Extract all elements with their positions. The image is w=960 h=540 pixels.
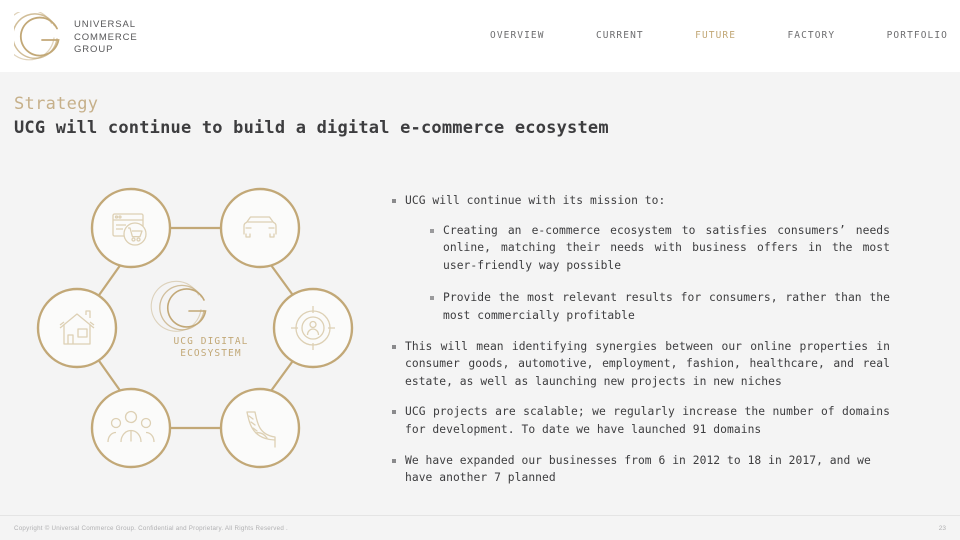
bullet-item: UCG projects are scalable; we regularly … [392,403,890,438]
bullet-item: UCG will continue with its mission to: [392,192,890,210]
bullet-content: UCG will continue with its mission to: C… [392,192,890,487]
diagram-node-consumer-goods [90,187,172,269]
slide-page-number: 23 [938,525,946,532]
ucg-hub-logo-icon [150,280,207,332]
nav-item-overview[interactable]: OVERVIEW [490,30,545,41]
bullet-dot-icon [392,458,396,463]
sub-bullet-item: Creating an e-commerce ecosystem to sati… [430,222,890,275]
sub-bullet-text: Provide the most relevant results for co… [443,291,890,322]
page-title: UCG will continue to build a digital e-c… [14,118,609,138]
sub-bullet-dot-icon [430,228,434,233]
brand-line-1: UNIVERSAL [74,19,136,31]
bullet-text: UCG will continue with its mission to: [405,194,666,207]
bullet-item: We have expanded our businesses from 6 i… [392,452,890,487]
hub-label-line-2: ECOSYSTEM [180,348,242,359]
brand-line-2: COMMERCE [74,31,138,43]
brand-logo[interactable]: UNIVERSAL COMMERCE GROUP [3,9,138,64]
bullet-block-4: We have expanded our businesses from 6 i… [392,452,890,487]
nav-item-factory[interactable]: FACTORY [787,30,835,41]
nav-item-current[interactable]: CURRENT [596,30,644,41]
diagram-node-real-estate [36,287,118,369]
brand-wordmark: UNIVERSAL COMMERCE GROUP [74,19,138,57]
bullet-item: This will mean identifying synergies bet… [392,338,890,391]
page-header: UNIVERSAL COMMERCE GROUP OVERVIEW CURREN… [0,0,960,72]
bullet-block-1: UCG will continue with its mission to: C… [392,192,890,325]
section-eyebrow: Strategy [14,94,99,114]
bullet-text: UCG projects are scalable; we regularly … [405,405,890,436]
diagram-node-employment [90,387,172,469]
ucg-logo-mark-icon [3,9,66,64]
ucg-digital-ecosystem-diagram: UCG DIGITAL ECOSYSTEM [20,178,375,478]
hub-label-line-1: UCG DIGITAL [173,336,249,347]
bullet-dot-icon [392,410,396,415]
sub-bullet-list: Creating an e-commerce ecosystem to sati… [430,222,890,325]
diagram-node-healthcare [272,287,354,369]
diagram-node-automotive [219,187,301,269]
main-navigation: OVERVIEW CURRENT FUTURE FACTORY PORTFOLI… [490,30,960,41]
copyright-notice: Copyright © Universal Commerce Group. Co… [14,525,288,532]
diagram-node-fashion [219,387,301,469]
bullet-dot-icon [392,199,396,203]
bullet-block-3: UCG projects are scalable; we regularly … [392,403,890,438]
hub-label: UCG DIGITAL ECOSYSTEM [146,336,276,360]
sub-bullet-dot-icon [430,296,434,301]
footer-divider [0,515,960,516]
brand-line-3: GROUP [74,44,114,56]
bullet-text: We have expanded our businesses from 6 i… [405,453,871,485]
sub-bullet-text: Creating an e-commerce ecosystem to sati… [443,223,890,272]
sub-bullet-item: Provide the most relevant results for co… [430,289,890,324]
nav-item-future[interactable]: FUTURE [695,30,736,41]
bullet-text: This will mean identifying synergies bet… [405,339,890,388]
nav-item-portfolio[interactable]: PORTFOLIO [887,30,948,41]
bullet-dot-icon [392,344,396,349]
bullet-block-2: This will mean identifying synergies bet… [392,338,890,391]
